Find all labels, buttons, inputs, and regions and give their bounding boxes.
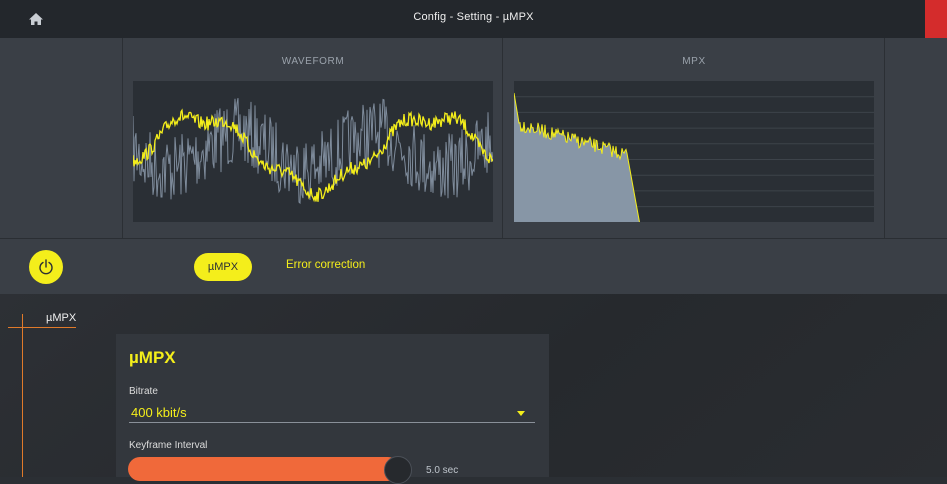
- power-button[interactable]: [29, 250, 63, 284]
- keyframe-value: 5.0 sec: [426, 465, 459, 476]
- nav-line: [22, 314, 23, 477]
- nav-underline: [8, 327, 76, 328]
- sidebar-item-umpx[interactable]: µMPX: [46, 312, 76, 324]
- power-icon: [39, 259, 53, 275]
- keyframe-slider-handle[interactable]: [384, 456, 412, 484]
- bitrate-label: Bitrate: [129, 386, 158, 397]
- waveform-scope: [133, 81, 493, 222]
- meters-panel: WAVEFORM MPX: [0, 38, 947, 239]
- divider: [122, 38, 123, 238]
- close-button[interactable]: [925, 0, 947, 38]
- mpx-spectrum: [514, 81, 874, 222]
- tab-umpx[interactable]: µMPX: [194, 253, 252, 281]
- title-bar: Config - Setting - µMPX: [0, 0, 947, 38]
- waveform-label: WAVEFORM: [281, 56, 345, 67]
- window-title: Config - Setting - µMPX: [413, 11, 534, 23]
- mpx-label: MPX: [682, 56, 706, 67]
- settings-content: µMPX µMPX Bitrate 400 kbit/s Keyframe In…: [0, 294, 947, 484]
- bitrate-value: 400 kbit/s: [131, 405, 187, 420]
- tab-error-correction[interactable]: Error correction: [286, 259, 365, 271]
- chevron-down-icon: [517, 411, 525, 416]
- keyframe-slider[interactable]: [128, 457, 400, 481]
- bitrate-select[interactable]: 400 kbit/s: [129, 402, 535, 423]
- divider: [884, 38, 885, 238]
- keyframe-label: Keyframe Interval: [129, 440, 208, 451]
- divider: [502, 38, 503, 238]
- card-title: µMPX: [129, 348, 176, 367]
- settings-card: µMPX Bitrate 400 kbit/s Keyframe Interva…: [116, 334, 549, 484]
- control-bar: µMPX Error correction: [0, 239, 947, 294]
